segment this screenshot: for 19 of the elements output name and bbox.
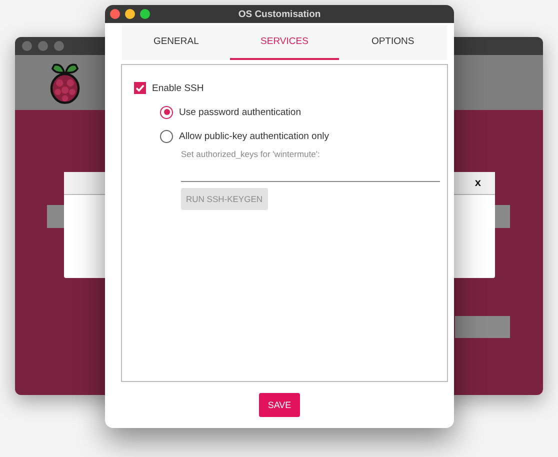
radio-button[interactable] <box>160 106 173 118</box>
window-dot-icon <box>38 41 48 51</box>
tab[interactable]: SERVICES <box>230 25 339 60</box>
window-title: OS Customisation <box>237 8 322 20</box>
maximize-icon[interactable] <box>140 9 150 19</box>
save-button[interactable]: SAVE <box>258 393 300 417</box>
radio-label: Allow public-key authentication only <box>179 130 329 142</box>
tab[interactable]: GENERAL <box>122 25 230 60</box>
window-dot-icon <box>22 41 32 51</box>
window-dot-icon <box>54 41 64 51</box>
radio-button[interactable] <box>160 130 173 142</box>
close-icon[interactable] <box>110 9 120 19</box>
field-label: Set authorized_keys for 'wintermute': <box>181 149 320 159</box>
close-button[interactable]: x <box>474 177 481 189</box>
radio-label: Use password authentication <box>179 106 301 118</box>
checkbox[interactable] <box>134 82 146 94</box>
minimize-icon[interactable] <box>125 9 135 19</box>
tab[interactable]: OPTIONS <box>338 25 447 60</box>
checkbox-label: Enable SSH <box>152 82 204 94</box>
